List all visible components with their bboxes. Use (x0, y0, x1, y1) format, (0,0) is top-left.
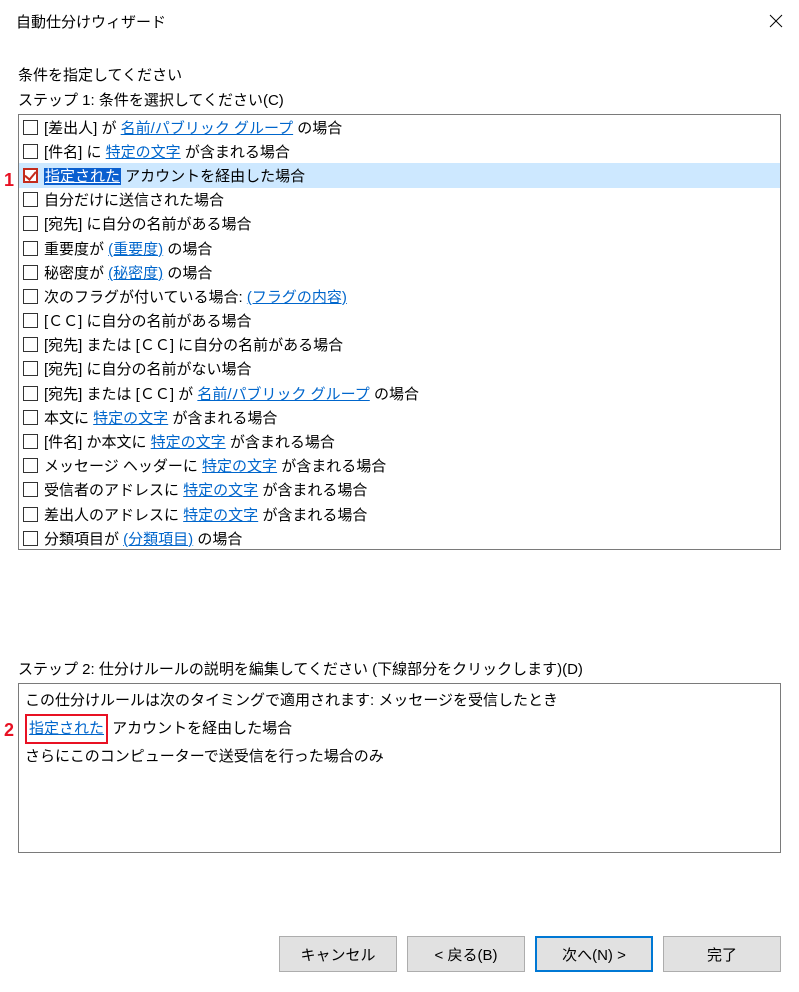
back-button[interactable]: < 戻る(B) (407, 936, 525, 972)
condition-link[interactable]: 特定の文字 (202, 458, 277, 475)
close-button[interactable] (753, 0, 799, 42)
condition-row[interactable]: [差出人] が 名前/パブリック グループ の場合 (19, 115, 780, 139)
condition-text: 次のフラグが付いている場合: (フラグの内容) (44, 286, 347, 307)
cancel-button[interactable]: キャンセル (279, 936, 397, 972)
condition-link[interactable]: 名前/パブリック グループ (197, 386, 369, 403)
desc-line-3: さらにこのコンピューターで送受信を行った場合のみ (25, 744, 774, 770)
finish-button[interactable]: 完了 (663, 936, 781, 972)
condition-row[interactable]: メッセージ ヘッダーに 特定の文字 が含まれる場合 (19, 454, 780, 478)
condition-text: [宛先] または [ＣＣ] に自分の名前がある場合 (44, 334, 343, 355)
condition-link[interactable]: 特定の文字 (93, 410, 168, 427)
instruction-text: 条件を指定してください (18, 64, 781, 85)
annotation-marker-1: 1 (4, 170, 14, 191)
condition-row[interactable]: [件名] か本文に 特定の文字 が含まれる場合 (19, 429, 780, 453)
condition-checkbox[interactable] (23, 337, 38, 352)
condition-text: 秘密度が (秘密度) の場合 (44, 262, 212, 283)
condition-checkbox[interactable] (23, 289, 38, 304)
condition-link[interactable]: 名前/パブリック グループ (121, 120, 293, 137)
condition-checkbox[interactable] (23, 313, 38, 328)
condition-checkbox[interactable] (23, 507, 38, 522)
condition-link[interactable]: (秘密度) (108, 265, 163, 282)
condition-text: 本文に 特定の文字 が含まれる場合 (44, 407, 277, 428)
next-button[interactable]: 次へ(N) > (535, 936, 653, 972)
condition-checkbox[interactable] (23, 216, 38, 231)
condition-row[interactable]: [宛先] または [ＣＣ] に自分の名前がある場合 (19, 333, 780, 357)
step1-label: ステップ 1: 条件を選択してください(C) (18, 89, 781, 110)
highlight-box: 指定された (25, 714, 108, 744)
condition-checkbox[interactable] (23, 168, 38, 183)
step2-label: ステップ 2: 仕分けルールの説明を編集してください (下線部分をクリックします… (18, 658, 781, 679)
description-box: この仕分けルールは次のタイミングで適用されます: メッセージを受信したとき 指定… (18, 683, 781, 853)
condition-checkbox[interactable] (23, 192, 38, 207)
desc-line-2: 指定された アカウントを経由した場合 (25, 714, 774, 744)
condition-row[interactable]: [宛先] または [ＣＣ] が 名前/パブリック グループ の場合 (19, 381, 780, 405)
condition-link[interactable]: 特定の文字 (106, 144, 181, 161)
condition-checkbox[interactable] (23, 434, 38, 449)
desc-line-2-rest: アカウントを経由した場合 (108, 720, 292, 737)
condition-text: [宛先] に自分の名前がある場合 (44, 213, 252, 234)
condition-checkbox[interactable] (23, 144, 38, 159)
condition-checkbox[interactable] (23, 386, 38, 401)
condition-text: [宛先] に自分の名前がない場合 (44, 358, 252, 379)
condition-checkbox[interactable] (23, 120, 38, 135)
condition-checkbox[interactable] (23, 241, 38, 256)
condition-text: [ＣＣ] に自分の名前がある場合 (44, 310, 252, 331)
condition-text: [件名] に 特定の文字 が含まれる場合 (44, 141, 290, 162)
title-bar: 自動仕分けウィザード (0, 0, 799, 42)
condition-text: 受信者のアドレスに 特定の文字 が含まれる場合 (44, 479, 367, 500)
condition-row[interactable]: 分類項目が (分類項目) の場合 (19, 526, 780, 550)
condition-row[interactable]: 差出人のアドレスに 特定の文字 が含まれる場合 (19, 502, 780, 526)
condition-link[interactable]: 指定された (44, 168, 121, 185)
button-bar: キャンセル < 戻る(B) 次へ(N) > 完了 (279, 936, 781, 972)
condition-row[interactable]: [宛先] に自分の名前がない場合 (19, 357, 780, 381)
condition-link[interactable]: (分類項目) (123, 531, 193, 548)
condition-row[interactable]: 本文に 特定の文字 が含まれる場合 (19, 405, 780, 429)
conditions-listbox[interactable]: [差出人] が 名前/パブリック グループ の場合 [件名] に 特定の文字 が含… (18, 114, 781, 550)
condition-checkbox[interactable] (23, 458, 38, 473)
condition-row[interactable]: [件名] に 特定の文字 が含まれる場合 (19, 139, 780, 163)
condition-text: [宛先] または [ＣＣ] が 名前/パブリック グループ の場合 (44, 383, 419, 404)
condition-row[interactable]: 受信者のアドレスに 特定の文字 が含まれる場合 (19, 478, 780, 502)
condition-row[interactable]: 次のフラグが付いている場合: (フラグの内容) (19, 284, 780, 308)
condition-text: 分類項目が (分類項目) の場合 (44, 528, 242, 549)
condition-link[interactable]: 特定の文字 (183, 507, 258, 524)
condition-row[interactable]: 重要度が (重要度) の場合 (19, 236, 780, 260)
condition-text: 自分だけに送信された場合 (44, 189, 224, 210)
condition-row[interactable]: 指定された アカウントを経由した場合 (19, 163, 780, 187)
condition-link[interactable]: (フラグの内容) (247, 289, 347, 306)
condition-checkbox[interactable] (23, 265, 38, 280)
window-title: 自動仕分けウィザード (16, 11, 166, 32)
condition-row[interactable]: [ＣＣ] に自分の名前がある場合 (19, 309, 780, 333)
condition-checkbox[interactable] (23, 531, 38, 546)
condition-text: [件名] か本文に 特定の文字 が含まれる場合 (44, 431, 335, 452)
annotation-marker-2: 2 (4, 720, 14, 741)
condition-text: メッセージ ヘッダーに 特定の文字 が含まれる場合 (44, 455, 386, 476)
condition-row[interactable]: 自分だけに送信された場合 (19, 188, 780, 212)
condition-text: 指定された アカウントを経由した場合 (44, 165, 305, 186)
condition-link[interactable]: (重要度) (108, 241, 163, 258)
condition-row[interactable]: [宛先] に自分の名前がある場合 (19, 212, 780, 236)
desc-link-specified[interactable]: 指定された (29, 720, 104, 737)
condition-checkbox[interactable] (23, 482, 38, 497)
condition-text: 重要度が (重要度) の場合 (44, 238, 212, 259)
condition-row[interactable]: 秘密度が (秘密度) の場合 (19, 260, 780, 284)
condition-text: 差出人のアドレスに 特定の文字 が含まれる場合 (44, 504, 367, 525)
condition-text: [差出人] が 名前/パブリック グループ の場合 (44, 117, 342, 138)
condition-link[interactable]: 特定の文字 (151, 434, 226, 451)
desc-line-1: この仕分けルールは次のタイミングで適用されます: メッセージを受信したとき (25, 688, 774, 714)
close-icon (769, 14, 783, 28)
condition-link[interactable]: 特定の文字 (183, 482, 258, 499)
condition-checkbox[interactable] (23, 410, 38, 425)
condition-checkbox[interactable] (23, 361, 38, 376)
